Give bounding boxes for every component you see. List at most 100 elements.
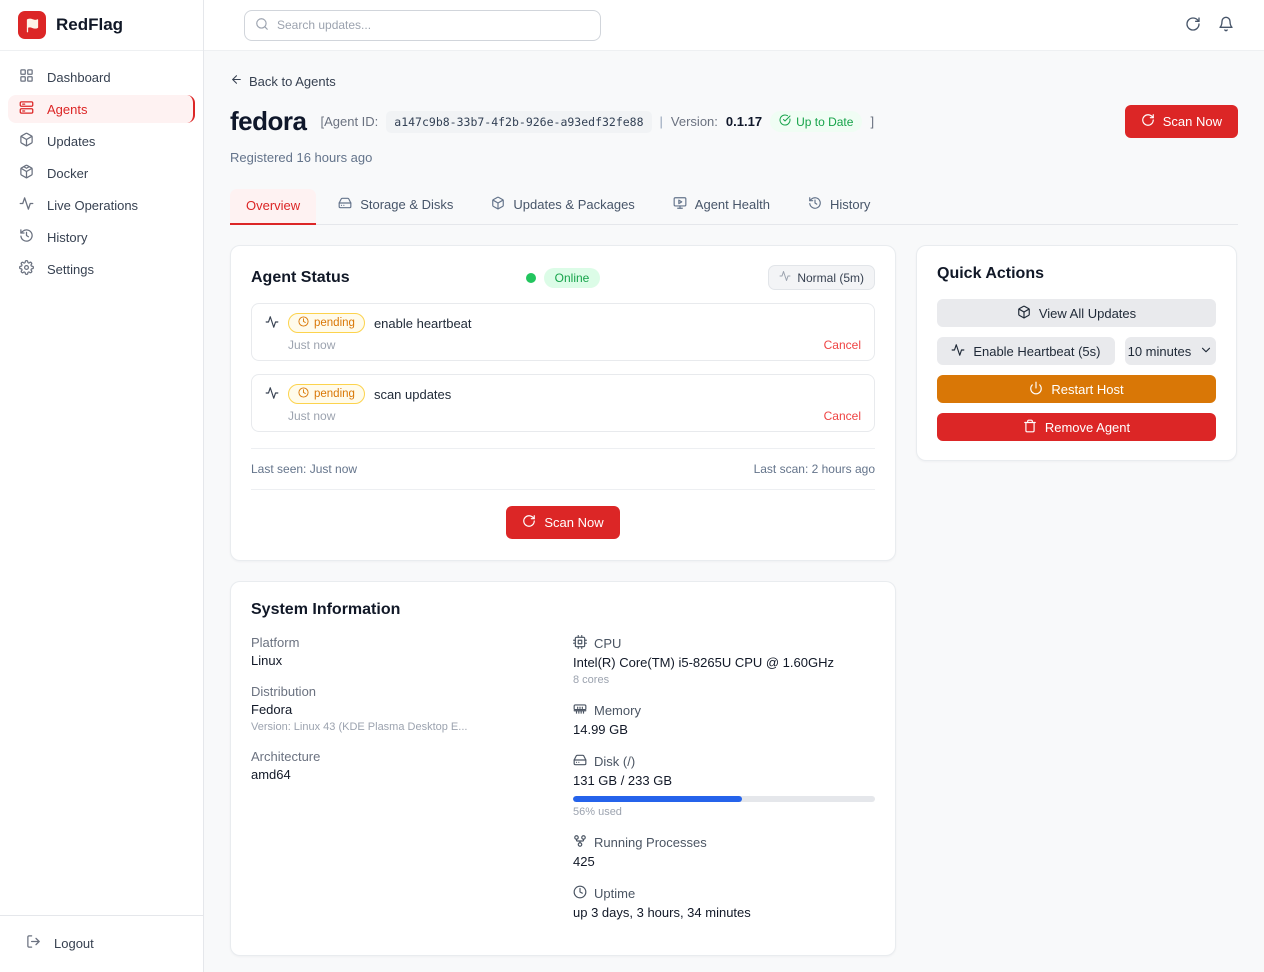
agent-id-value[interactable]: a147c9b8-33b7-4f2b-926e-a93edf32fe88	[386, 111, 651, 133]
redflag-logo-icon	[18, 11, 46, 39]
enable-heartbeat-button[interactable]: Enable Heartbeat (5s)	[937, 337, 1115, 365]
last-scan-text: Last scan: 2 hours ago	[754, 462, 875, 476]
tab-updates-packages[interactable]: Updates & Packages	[475, 187, 650, 225]
distribution-label: Distribution	[251, 684, 573, 699]
cancel-button[interactable]: Cancel	[824, 338, 861, 352]
agent-status-title: Agent Status	[251, 269, 526, 287]
sidebar-item-label: Dashboard	[47, 70, 111, 85]
page-header: fedora [Agent ID: a147c9b8-33b7-4f2b-926…	[230, 105, 1238, 138]
scan-now-button[interactable]: Scan Now	[506, 506, 619, 539]
remove-agent-button[interactable]: Remove Agent	[937, 413, 1216, 441]
pending-badge: pending	[288, 313, 365, 333]
view-all-updates-button[interactable]: View All Updates	[937, 299, 1216, 327]
sidebar-item-label: History	[47, 230, 87, 245]
tab-label: History	[830, 197, 870, 212]
meta-separator: |	[660, 114, 663, 129]
hard-drive-icon	[338, 196, 352, 213]
search-input[interactable]	[277, 18, 590, 32]
registered-text: Registered 16 hours ago	[230, 150, 1238, 165]
last-seen-text: Last seen: Just now	[251, 462, 357, 476]
refresh-icon[interactable]	[1185, 16, 1201, 35]
refresh-icon	[1141, 113, 1155, 130]
restart-host-button[interactable]: Restart Host	[937, 375, 1216, 403]
pending-badge-label: pending	[314, 388, 355, 400]
distribution-value: Fedora	[251, 702, 573, 717]
cpu-cores: 8 cores	[573, 674, 875, 686]
grid-icon	[19, 68, 34, 86]
cancel-button[interactable]: Cancel	[824, 409, 861, 423]
arrow-left-icon	[230, 73, 243, 89]
disk-block: Disk (/) 131 GB / 233 GB 56% used	[573, 753, 875, 818]
tab-label: Storage & Disks	[360, 197, 453, 212]
distribution-version: Version: Linux 43 (KDE Plasma Desktop E.…	[251, 721, 573, 733]
tab-history[interactable]: History	[792, 187, 886, 225]
sidebar-item-dashboard[interactable]: Dashboard	[8, 63, 195, 91]
monitor-icon	[673, 196, 687, 213]
system-info-card: System Information Platform Linux Distri…	[230, 581, 896, 956]
pending-time: Just now	[288, 338, 335, 352]
architecture-block: Architecture amd64	[251, 749, 573, 782]
heartbeat-mode-label: Normal (5m)	[797, 271, 864, 285]
clock-icon	[298, 316, 309, 330]
remove-agent-label: Remove Agent	[1045, 420, 1130, 435]
cube-icon	[19, 164, 34, 182]
back-to-agents-link[interactable]: Back to Agents	[230, 73, 336, 89]
bracket-close: ]	[870, 114, 874, 129]
bell-icon[interactable]	[1218, 16, 1234, 35]
up-to-date-label: Up to Date	[796, 115, 853, 129]
heartbeat-mode-chip[interactable]: Normal (5m)	[768, 265, 875, 290]
search-box	[244, 10, 601, 41]
tab-overview[interactable]: Overview	[230, 189, 316, 225]
up-to-date-badge: Up to Date	[770, 111, 862, 132]
cpu-icon	[573, 635, 587, 652]
sidebar-item-live-operations[interactable]: Live Operations	[8, 191, 195, 219]
pending-action-label: enable heartbeat	[374, 316, 472, 331]
server-icon	[19, 100, 34, 118]
pending-badge: pending	[288, 384, 365, 404]
page-title: fedora	[230, 106, 306, 137]
architecture-value: amd64	[251, 767, 573, 782]
history-icon	[808, 196, 822, 213]
sidebar-item-settings[interactable]: Settings	[8, 255, 195, 283]
back-link-label: Back to Agents	[249, 74, 336, 89]
uptime-label: Uptime	[594, 886, 635, 901]
main-area: Back to Agents fedora [Agent ID: a147c9b…	[204, 0, 1264, 972]
processes-label: Running Processes	[594, 835, 707, 850]
git-fork-icon	[573, 834, 587, 851]
quick-actions-title: Quick Actions	[937, 265, 1216, 283]
refresh-icon	[522, 514, 536, 531]
processes-block: Running Processes 425	[573, 834, 875, 869]
sidebar-nav: Dashboard Agents Updates Docker Live Ope…	[0, 51, 203, 283]
sidebar-item-docker[interactable]: Docker	[8, 159, 195, 187]
tab-bar: Overview Storage & Disks Updates & Packa…	[230, 187, 1238, 225]
activity-icon	[951, 343, 965, 360]
sidebar-item-agents[interactable]: Agents	[8, 95, 195, 123]
power-icon	[1029, 381, 1043, 398]
scan-now-button[interactable]: Scan Now	[1125, 105, 1238, 138]
memory-block: Memory 14.99 GB	[573, 702, 875, 737]
processes-value: 425	[573, 854, 875, 869]
sidebar-item-label: Updates	[47, 134, 95, 149]
clock-icon	[298, 387, 309, 401]
memory-label: Memory	[594, 703, 641, 718]
uptime-block: Uptime up 3 days, 3 hours, 34 minutes	[573, 885, 875, 920]
version-value: 0.1.17	[726, 114, 762, 129]
brand-name: RedFlag	[56, 15, 123, 35]
pending-time: Just now	[288, 409, 335, 423]
activity-icon	[779, 270, 791, 285]
sidebar-item-history[interactable]: History	[8, 223, 195, 251]
cpu-block: CPU Intel(R) Core(TM) i5-8265U CPU @ 1.6…	[573, 635, 875, 686]
heartbeat-interval-dropdown[interactable]: 10 minutes	[1125, 337, 1216, 365]
pending-action-label: scan updates	[374, 387, 451, 402]
sidebar-item-label: Settings	[47, 262, 94, 277]
sidebar-footer: Logout	[0, 915, 203, 972]
tab-agent-health[interactable]: Agent Health	[657, 187, 786, 225]
hard-drive-icon	[573, 753, 587, 770]
tab-label: Overview	[246, 198, 300, 213]
sidebar-item-updates[interactable]: Updates	[8, 127, 195, 155]
logout-button[interactable]: Logout	[26, 934, 203, 952]
app-window: RedFlag Dashboard Agents Updates Docker …	[0, 0, 1264, 972]
tab-storage-disks[interactable]: Storage & Disks	[322, 187, 469, 225]
memory-value: 14.99 GB	[573, 722, 875, 737]
interval-value: 10 minutes	[1128, 344, 1192, 359]
